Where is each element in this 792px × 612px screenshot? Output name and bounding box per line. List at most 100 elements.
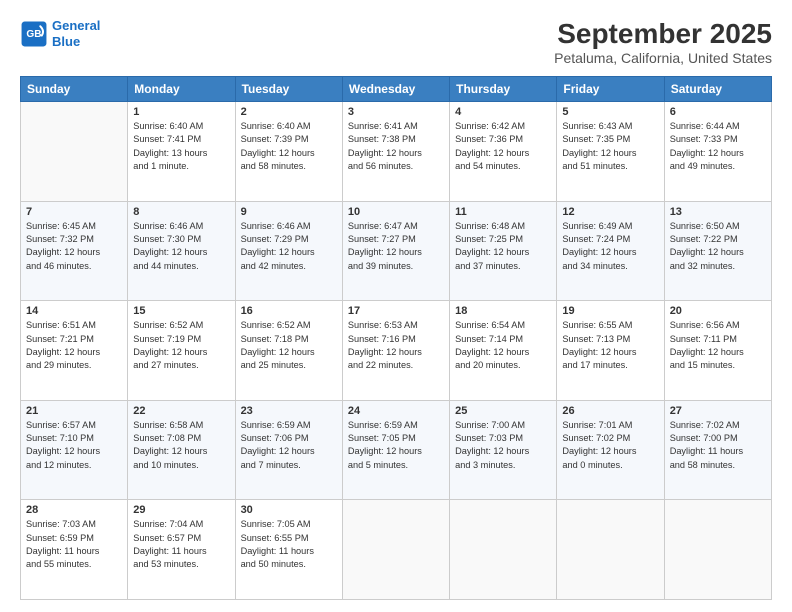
day-number: 14 xyxy=(26,305,122,317)
calendar-cell: 21 Sunrise: 6:57 AM Sunset: 7:10 PM Dayli… xyxy=(21,400,128,500)
calendar-cell: 10 Sunrise: 6:47 AM Sunset: 7:27 PM Dayli… xyxy=(342,201,449,301)
calendar-cell: 22 Sunrise: 6:58 AM Sunset: 7:08 PM Dayli… xyxy=(128,400,235,500)
calendar-cell xyxy=(557,500,664,600)
day-info: Sunrise: 6:43 AM Sunset: 7:35 PM Dayligh… xyxy=(562,120,658,173)
calendar-cell: 6 Sunrise: 6:44 AM Sunset: 7:33 PM Daylig… xyxy=(664,102,771,202)
calendar-cell: 28 Sunrise: 7:03 AM Sunset: 6:59 PM Dayli… xyxy=(21,500,128,600)
calendar-cell: 25 Sunrise: 7:00 AM Sunset: 7:03 PM Dayli… xyxy=(450,400,557,500)
calendar-cell: 17 Sunrise: 6:53 AM Sunset: 7:16 PM Dayli… xyxy=(342,301,449,401)
day-number: 11 xyxy=(455,206,551,218)
day-info: Sunrise: 6:55 AM Sunset: 7:13 PM Dayligh… xyxy=(562,319,658,372)
week-row-5: 28 Sunrise: 7:03 AM Sunset: 6:59 PM Dayli… xyxy=(21,500,772,600)
day-number: 12 xyxy=(562,206,658,218)
day-info: Sunrise: 7:03 AM Sunset: 6:59 PM Dayligh… xyxy=(26,518,122,571)
calendar-cell: 24Sunrise: 6:59 AM Sunset: 7:05 PM Dayli… xyxy=(342,400,449,500)
calendar-cell: 4 Sunrise: 6:42 AM Sunset: 7:36 PM Daylig… xyxy=(450,102,557,202)
day-number: 23 xyxy=(241,405,337,417)
day-info: Sunrise: 6:44 AM Sunset: 7:33 PM Dayligh… xyxy=(670,120,766,173)
days-header-row: SundayMondayTuesdayWednesdayThursdayFrid… xyxy=(21,77,772,102)
day-number: 10 xyxy=(348,206,444,218)
day-number: 16 xyxy=(241,305,337,317)
logo-text: General Blue xyxy=(52,18,100,49)
day-info: Sunrise: 6:54 AM Sunset: 7:14 PM Dayligh… xyxy=(455,319,551,372)
calendar-cell xyxy=(450,500,557,600)
logo-line2: Blue xyxy=(52,34,80,49)
day-info: Sunrise: 6:50 AM Sunset: 7:22 PM Dayligh… xyxy=(670,220,766,273)
calendar-cell: 2Sunrise: 6:40 AM Sunset: 7:39 PM Daylig… xyxy=(235,102,342,202)
calendar-cell: 14Sunrise: 6:51 AM Sunset: 7:21 PM Dayli… xyxy=(21,301,128,401)
day-number: 3 xyxy=(348,106,444,118)
calendar-cell: 30 Sunrise: 7:05 AM Sunset: 6:55 PM Dayli… xyxy=(235,500,342,600)
day-header-friday: Friday xyxy=(557,77,664,102)
day-info: Sunrise: 6:40 AM Sunset: 7:41 PM Dayligh… xyxy=(133,120,229,173)
day-number: 25 xyxy=(455,405,551,417)
day-number: 7 xyxy=(26,206,122,218)
day-info: Sunrise: 6:40 AM Sunset: 7:39 PM Dayligh… xyxy=(241,120,337,173)
svg-text:GB: GB xyxy=(26,29,41,40)
calendar-cell xyxy=(21,102,128,202)
day-info: Sunrise: 6:58 AM Sunset: 7:08 PM Dayligh… xyxy=(133,419,229,472)
day-number: 6 xyxy=(670,106,766,118)
page: GB General Blue September 2025 Petaluma,… xyxy=(0,0,792,612)
week-row-4: 21 Sunrise: 6:57 AM Sunset: 7:10 PM Dayli… xyxy=(21,400,772,500)
main-title: September 2025 xyxy=(554,18,772,50)
calendar-cell: 11 Sunrise: 6:48 AM Sunset: 7:25 PM Dayli… xyxy=(450,201,557,301)
day-number: 27 xyxy=(670,405,766,417)
day-info: Sunrise: 6:52 AM Sunset: 7:19 PM Dayligh… xyxy=(133,319,229,372)
header: GB General Blue September 2025 Petaluma,… xyxy=(20,18,772,66)
day-number: 17 xyxy=(348,305,444,317)
day-header-sunday: Sunday xyxy=(21,77,128,102)
calendar-body: 1 Sunrise: 6:40 AM Sunset: 7:41 PM Daylig… xyxy=(21,102,772,600)
day-number: 21 xyxy=(26,405,122,417)
day-info: Sunrise: 6:48 AM Sunset: 7:25 PM Dayligh… xyxy=(455,220,551,273)
calendar-cell: 9Sunrise: 6:46 AM Sunset: 7:29 PM Daylig… xyxy=(235,201,342,301)
calendar-cell: 1 Sunrise: 6:40 AM Sunset: 7:41 PM Daylig… xyxy=(128,102,235,202)
day-number: 18 xyxy=(455,305,551,317)
calendar-cell: 7 Sunrise: 6:45 AM Sunset: 7:32 PM Daylig… xyxy=(21,201,128,301)
day-number: 30 xyxy=(241,504,337,516)
day-number: 22 xyxy=(133,405,229,417)
calendar-cell: 8 Sunrise: 6:46 AM Sunset: 7:30 PM Daylig… xyxy=(128,201,235,301)
day-info: Sunrise: 6:49 AM Sunset: 7:24 PM Dayligh… xyxy=(562,220,658,273)
day-info: Sunrise: 6:45 AM Sunset: 7:32 PM Dayligh… xyxy=(26,220,122,273)
calendar-cell: 16 Sunrise: 6:52 AM Sunset: 7:18 PM Dayli… xyxy=(235,301,342,401)
calendar-cell: 29Sunrise: 7:04 AM Sunset: 6:57 PM Dayli… xyxy=(128,500,235,600)
day-header-wednesday: Wednesday xyxy=(342,77,449,102)
day-info: Sunrise: 7:02 AM Sunset: 7:00 PM Dayligh… xyxy=(670,419,766,472)
week-row-2: 7 Sunrise: 6:45 AM Sunset: 7:32 PM Daylig… xyxy=(21,201,772,301)
calendar-cell xyxy=(664,500,771,600)
calendar-cell: 3Sunrise: 6:41 AM Sunset: 7:38 PM Daylig… xyxy=(342,102,449,202)
day-number: 29 xyxy=(133,504,229,516)
day-info: Sunrise: 6:57 AM Sunset: 7:10 PM Dayligh… xyxy=(26,419,122,472)
calendar-cell xyxy=(342,500,449,600)
logo-line1: General xyxy=(52,18,100,33)
calendar-cell: 13Sunrise: 6:50 AM Sunset: 7:22 PM Dayli… xyxy=(664,201,771,301)
day-info: Sunrise: 6:46 AM Sunset: 7:30 PM Dayligh… xyxy=(133,220,229,273)
day-info: Sunrise: 6:53 AM Sunset: 7:16 PM Dayligh… xyxy=(348,319,444,372)
day-info: Sunrise: 7:01 AM Sunset: 7:02 PM Dayligh… xyxy=(562,419,658,472)
day-info: Sunrise: 6:52 AM Sunset: 7:18 PM Dayligh… xyxy=(241,319,337,372)
day-info: Sunrise: 6:46 AM Sunset: 7:29 PM Dayligh… xyxy=(241,220,337,273)
calendar-cell: 20Sunrise: 6:56 AM Sunset: 7:11 PM Dayli… xyxy=(664,301,771,401)
subtitle: Petaluma, California, United States xyxy=(554,50,772,66)
day-number: 26 xyxy=(562,405,658,417)
day-header-tuesday: Tuesday xyxy=(235,77,342,102)
day-number: 8 xyxy=(133,206,229,218)
day-info: Sunrise: 6:42 AM Sunset: 7:36 PM Dayligh… xyxy=(455,120,551,173)
day-info: Sunrise: 6:59 AM Sunset: 7:06 PM Dayligh… xyxy=(241,419,337,472)
day-number: 1 xyxy=(133,106,229,118)
calendar-cell: 26 Sunrise: 7:01 AM Sunset: 7:02 PM Dayli… xyxy=(557,400,664,500)
calendar-cell: 15Sunrise: 6:52 AM Sunset: 7:19 PM Dayli… xyxy=(128,301,235,401)
day-number: 5 xyxy=(562,106,658,118)
week-row-1: 1 Sunrise: 6:40 AM Sunset: 7:41 PM Daylig… xyxy=(21,102,772,202)
day-info: Sunrise: 6:47 AM Sunset: 7:27 PM Dayligh… xyxy=(348,220,444,273)
day-number: 28 xyxy=(26,504,122,516)
day-info: Sunrise: 7:00 AM Sunset: 7:03 PM Dayligh… xyxy=(455,419,551,472)
calendar-cell: 5 Sunrise: 6:43 AM Sunset: 7:35 PM Daylig… xyxy=(557,102,664,202)
calendar-cell: 27 Sunrise: 7:02 AM Sunset: 7:00 PM Dayli… xyxy=(664,400,771,500)
day-number: 19 xyxy=(562,305,658,317)
day-number: 24 xyxy=(348,405,444,417)
day-number: 4 xyxy=(455,106,551,118)
day-info: Sunrise: 7:05 AM Sunset: 6:55 PM Dayligh… xyxy=(241,518,337,571)
week-row-3: 14Sunrise: 6:51 AM Sunset: 7:21 PM Dayli… xyxy=(21,301,772,401)
